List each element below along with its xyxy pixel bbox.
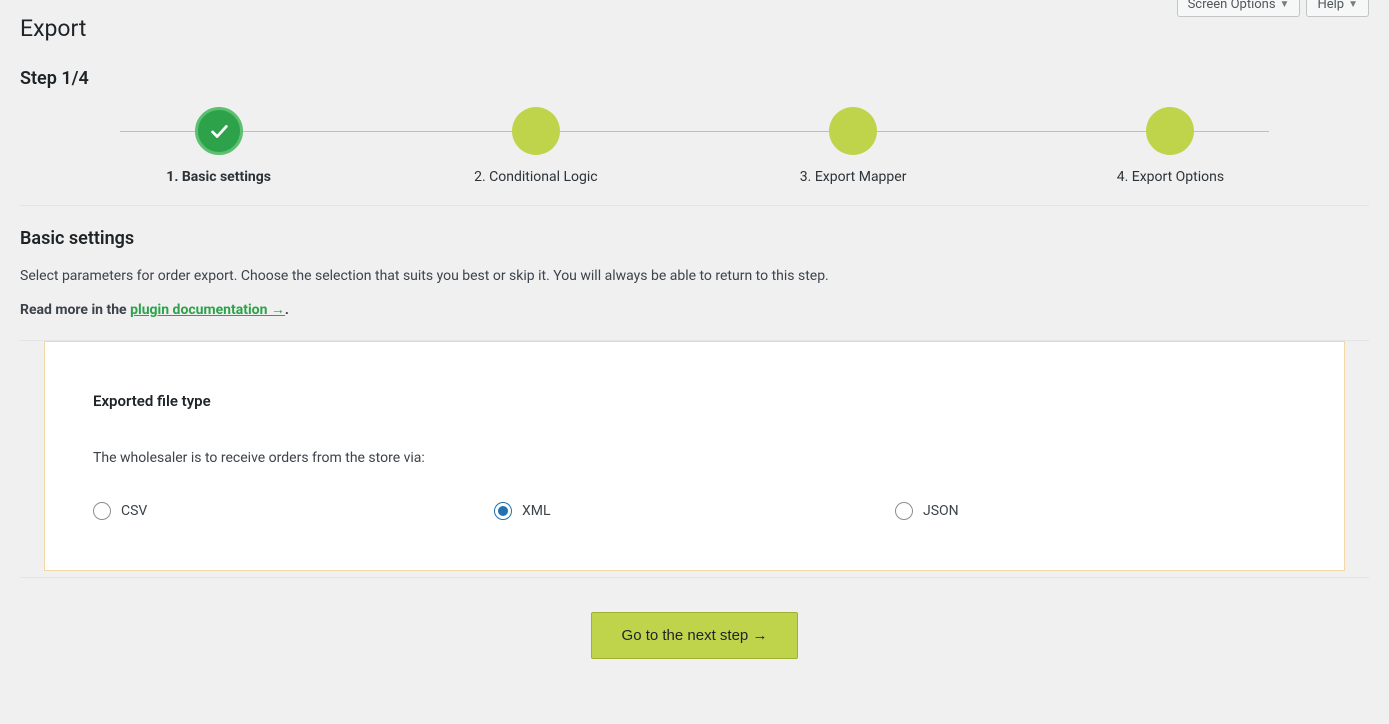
screen-options-button[interactable]: Screen Options ▼: [1177, 0, 1301, 17]
stepper: 1. Basic settings 2. Conditional Logic 3…: [20, 107, 1369, 185]
help-label: Help: [1317, 0, 1344, 12]
section-description: Select parameters for order export. Choo…: [20, 265, 1369, 287]
radio-icon: [494, 502, 512, 520]
step-title: 4. Export Options: [1117, 169, 1224, 185]
step-export-mapper[interactable]: 3. Export Mapper: [695, 107, 1012, 185]
radio-xml[interactable]: XML: [494, 502, 895, 520]
step-title: 1. Basic settings: [166, 169, 271, 185]
card-title: Exported file type: [93, 392, 1296, 410]
step-circle-icon: [1146, 107, 1194, 155]
section-title: Basic settings: [20, 228, 1369, 249]
radio-label: JSON: [923, 503, 959, 519]
radio-label: CSV: [121, 503, 147, 519]
step-circle-icon: [512, 107, 560, 155]
card-description: The wholesaler is to receive orders from…: [93, 450, 1296, 466]
caret-down-icon: ▼: [1348, 0, 1358, 10]
step-export-options[interactable]: 4. Export Options: [1012, 107, 1329, 185]
screen-options-label: Screen Options: [1188, 0, 1276, 12]
radio-icon: [895, 502, 913, 520]
caret-down-icon: ▼: [1280, 0, 1290, 10]
file-type-radio-group: CSV XML JSON: [93, 502, 1296, 520]
doc-prefix: Read more in the: [20, 302, 130, 318]
divider: [20, 205, 1369, 206]
step-indicator: Step 1/4: [20, 68, 1369, 89]
help-button[interactable]: Help ▼: [1306, 0, 1369, 17]
step-basic-settings[interactable]: 1. Basic settings: [60, 107, 377, 185]
file-type-card: Exported file type The wholesaler is to …: [44, 341, 1345, 571]
radio-label: XML: [522, 503, 551, 519]
plugin-documentation-link[interactable]: plugin documentation →: [130, 302, 285, 318]
doc-suffix: .: [285, 302, 289, 318]
doc-line: Read more in the plugin documentation →.: [20, 301, 1369, 318]
page-title: Export: [20, 0, 1369, 46]
checkmark-icon: [195, 107, 243, 155]
divider: [20, 577, 1369, 578]
step-title: 3. Export Mapper: [800, 169, 907, 185]
radio-csv[interactable]: CSV: [93, 502, 494, 520]
radio-icon: [93, 502, 111, 520]
next-step-button[interactable]: Go to the next step →: [591, 612, 799, 659]
radio-json[interactable]: JSON: [895, 502, 1296, 520]
step-conditional-logic[interactable]: 2. Conditional Logic: [377, 107, 694, 185]
step-title: 2. Conditional Logic: [474, 169, 597, 185]
step-circle-icon: [829, 107, 877, 155]
